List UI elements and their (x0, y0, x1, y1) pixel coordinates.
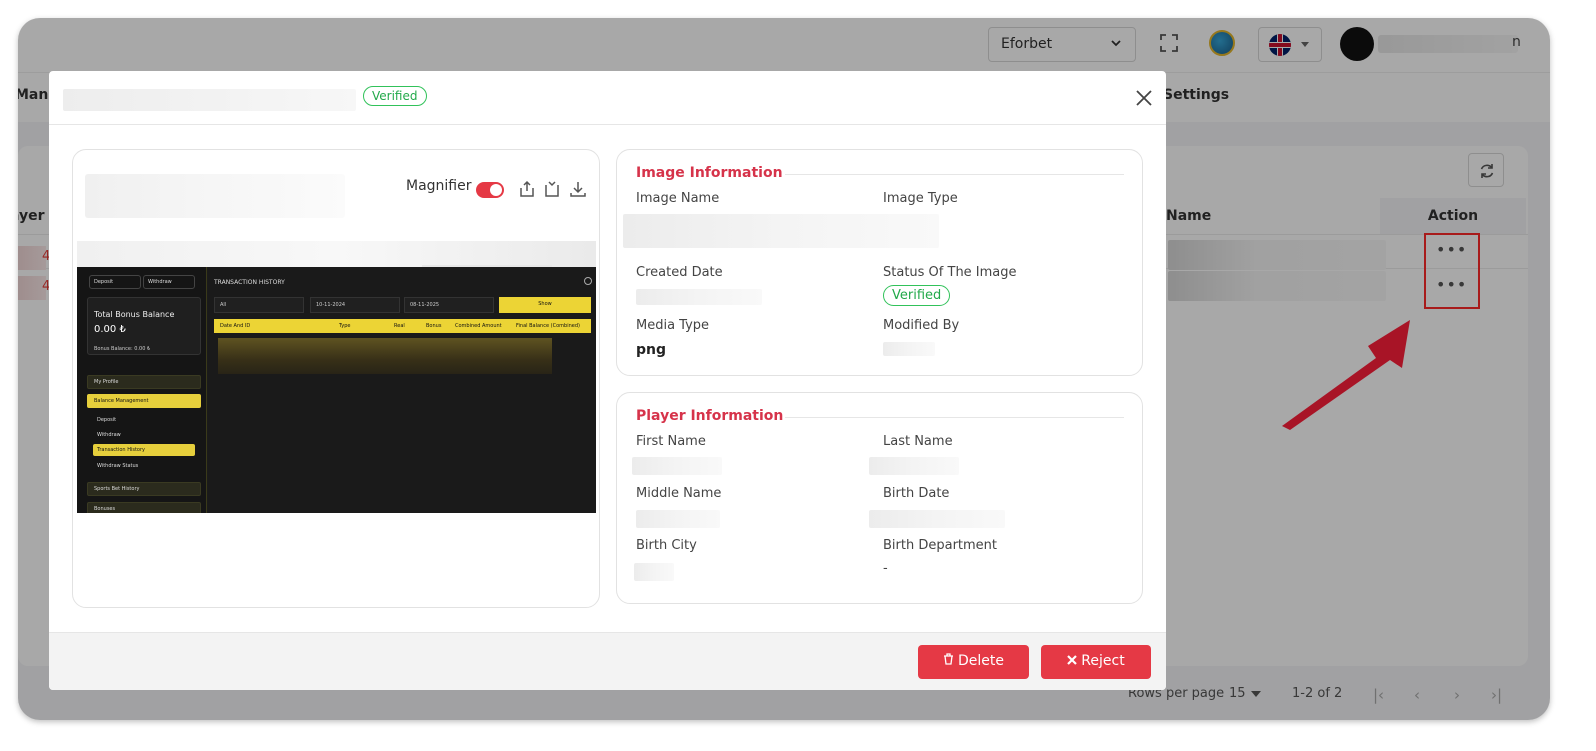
image-review-modal: Verified Magnifier Deposit Withdraw Tota… (49, 71, 1166, 690)
image-type-label: Image Type (883, 191, 958, 206)
section-divider (785, 174, 1124, 175)
app-window: Eforbet n Mana Settings ayer Name Action… (18, 18, 1550, 720)
birth-date-label: Birth Date (883, 486, 950, 501)
image-balance-box: Total Bonus Balance 0.00 ₺ Bonus Balance… (87, 297, 201, 355)
image-status-badge: Verified (883, 285, 951, 306)
image-close-icon (584, 277, 592, 285)
created-date-label: Created Date (636, 265, 723, 280)
image-menu-item: My Profile (87, 375, 201, 389)
section-title: Image Information (636, 165, 783, 181)
image-menu-item: Bonuses (87, 502, 201, 513)
rotate-left-icon[interactable] (518, 180, 536, 198)
media-type-value: png (636, 342, 667, 358)
image-column-header: Final Balance (Combined) (516, 323, 580, 329)
image-table-row-redacted (218, 338, 552, 374)
reject-button[interactable]: Reject (1041, 645, 1151, 679)
birth-department-value: - (883, 561, 888, 576)
player-information-card: Player Information First Name Last Name … (616, 392, 1143, 604)
image-menu-item: Sports Bet History (87, 482, 201, 496)
image-submenu-item: Withdraw (97, 432, 121, 438)
image-name-value-redacted (623, 214, 939, 248)
image-sidebar: Deposit Withdraw Total Bonus Balance 0.0… (77, 267, 207, 513)
birth-department-label: Birth Department (883, 538, 998, 553)
image-name-label: Image Name (636, 191, 720, 206)
close-icon[interactable] (1132, 86, 1156, 110)
created-date-value-redacted (636, 289, 762, 305)
image-submenu-item: Transaction History (93, 444, 195, 456)
image-information-card: Image Information Image Name Image Type … (616, 149, 1143, 376)
middle-name-label: Middle Name (636, 486, 722, 501)
image-balance-title: Total Bonus Balance (94, 310, 175, 319)
magnifier-toggle[interactable] (476, 182, 504, 198)
magnifier-label: Magnifier (406, 178, 472, 194)
image-show-button: Show (499, 297, 591, 313)
image-column-header: Type (339, 323, 351, 329)
modal-footer: Delete Reject (49, 632, 1166, 690)
birth-date-value-redacted (869, 510, 1005, 528)
trash-icon (943, 653, 954, 669)
image-bonus-balance: Bonus Balance: 0.00 ₺ (94, 346, 151, 352)
image-withdraw-button: Withdraw (143, 275, 195, 289)
first-name-label: First Name (636, 434, 706, 449)
file-name-redacted (85, 174, 345, 218)
image-main-panel: TRANSACTION HISTORY All 10-11-2024 08-11… (208, 267, 596, 513)
modified-by-value-redacted (883, 342, 935, 356)
image-table-header: Date And ID Type Real Bonus Combined Amo… (214, 319, 591, 333)
image-column-header: Date And ID (220, 323, 251, 329)
last-name-value-redacted (869, 457, 959, 475)
image-column-header: Combined Amount (455, 323, 502, 329)
modal-body: Magnifier Deposit Withdraw Total Bonus B… (49, 125, 1166, 632)
image-date-to: 08-11-2025 (404, 297, 494, 313)
modal-header: Verified (49, 71, 1166, 125)
image-submenu-item: Withdraw Status (97, 463, 139, 469)
delete-button[interactable]: Delete (918, 645, 1029, 679)
image-deposit-button: Deposit (89, 275, 141, 289)
image-submenu-item: Deposit (97, 417, 117, 423)
media-type-label: Media Type (636, 318, 710, 333)
first-name-value-redacted (632, 457, 722, 475)
birth-city-label: Birth City (636, 538, 697, 553)
section-title: Player Information (636, 408, 784, 424)
image-column-header: Real (394, 323, 405, 329)
image-preview-card: Magnifier Deposit Withdraw Total Bonus B… (72, 149, 600, 608)
image-filter-select: All (214, 297, 304, 313)
uploaded-image[interactable]: Deposit Withdraw Total Bonus Balance 0.0… (77, 241, 596, 513)
toggle-knob (490, 184, 502, 196)
image-menu-item: Balance Management (87, 394, 201, 408)
download-icon[interactable] (569, 180, 587, 198)
image-panel-title: TRANSACTION HISTORY (214, 279, 285, 286)
modified-by-label: Modified By (883, 318, 960, 333)
image-redacted-strip (77, 241, 596, 267)
modal-title-redacted (63, 89, 356, 111)
image-column-header: Bonus (426, 323, 442, 329)
birth-city-value-redacted (634, 563, 674, 581)
image-date-from: 10-11-2024 (310, 297, 400, 313)
last-name-label: Last Name (883, 434, 953, 449)
x-icon (1067, 653, 1078, 669)
rotate-right-icon[interactable] (543, 180, 561, 198)
image-balance-value: 0.00 ₺ (94, 324, 126, 335)
status-badge: Verified (363, 86, 427, 106)
section-divider (785, 417, 1124, 418)
delete-button-label: Delete (958, 653, 1004, 669)
middle-name-value-redacted (636, 510, 720, 528)
reject-button-label: Reject (1081, 653, 1125, 669)
status-label: Status Of The Image (883, 265, 1017, 280)
